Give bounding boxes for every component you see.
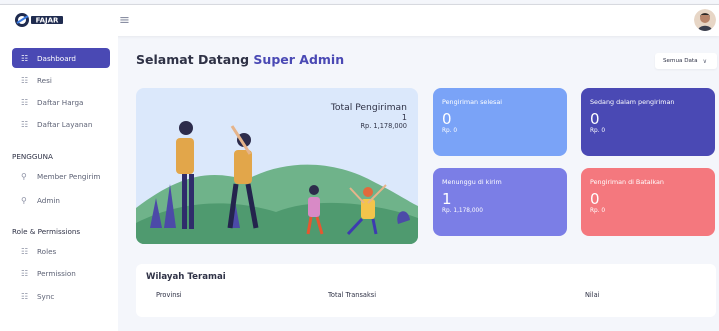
sidebar-item-label: Admin — [37, 195, 60, 205]
stat-label: Pengiriman selesai — [442, 98, 503, 106]
column-header-province: Provinsi — [156, 291, 182, 299]
stat-card-completed[interactable]: Pengiriman selesai 0 Rp. 0 — [433, 88, 567, 156]
grid-icon: ☷ — [21, 246, 29, 256]
stat-label: Menunggu di kirim — [442, 178, 502, 186]
grid-icon: ☷ — [21, 75, 29, 85]
total-shipment-title: Total Pengiriman — [330, 102, 407, 113]
total-shipment-count: 1 — [401, 113, 407, 122]
grid-icon: ☷ — [21, 97, 29, 107]
sidebar-item-dashboard[interactable]: ☷ Dashboard — [12, 48, 110, 68]
grid-icon: ☷ — [21, 291, 29, 301]
hamburger-icon[interactable]: ≡ — [119, 13, 130, 28]
sidebar-item-label: Roles — [37, 246, 57, 256]
sidebar-item-sync[interactable]: ☷ Sync — [12, 286, 110, 306]
chevron-down-icon: ∨ — [702, 57, 707, 65]
busiest-region-title: Wilayah Teramai — [146, 272, 226, 282]
grid-icon: ☷ — [21, 268, 29, 278]
sidebar-item-member-pengirim[interactable]: ⚲ Member Pengirim — [12, 166, 110, 186]
stat-amount: Rp. 0 — [442, 128, 458, 134]
grid-icon: ☷ — [21, 119, 29, 129]
sidebar-item-label: Daftar Layanan — [37, 119, 93, 129]
stat-count: 0 — [590, 190, 600, 208]
stat-card-cancelled[interactable]: Pengiriman di Batalkan 0 Rp. 0 — [581, 168, 715, 236]
sidebar-item-daftar-harga[interactable]: ☷ Daftar Harga — [12, 92, 110, 112]
sidebar-item-daftar-layanan[interactable]: ☷ Daftar Layanan — [12, 114, 110, 134]
section-title-roles: Role & Permissions — [12, 227, 81, 236]
total-shipment-amount: Rp. 1,178,000 — [360, 122, 407, 130]
total-shipment-card: Total Pengiriman 1 Rp. 1,178,000 — [136, 88, 418, 244]
user-avatar[interactable] — [694, 9, 716, 31]
sidebar-item-label: Sync — [37, 291, 55, 301]
logo-text: FAJAR — [36, 17, 59, 25]
filter-label: Semua Data — [663, 58, 698, 64]
top-bar: FAJAR ≡ — [0, 4, 719, 36]
stat-label: Pengiriman di Batalkan — [590, 178, 664, 186]
stat-card-waiting[interactable]: Menunggu di kirim 1 Rp. 1,178,000 — [433, 168, 567, 236]
sidebar-item-label: Permission — [37, 268, 76, 278]
user-icon: ⚲ — [21, 195, 27, 205]
user-icon: ⚲ — [21, 171, 27, 181]
stat-count: 0 — [442, 110, 452, 128]
stat-amount: Rp. 0 — [590, 208, 606, 214]
sidebar-item-permission[interactable]: ☷ Permission — [12, 263, 110, 283]
stat-amount: Rp. 0 — [590, 128, 606, 134]
busiest-region-panel: Wilayah Teramai Provinsi Total Transaksi… — [136, 264, 716, 317]
column-header-total-transactions: Total Transaksi — [328, 291, 377, 299]
section-title-pengguna: PENGGUNA — [12, 152, 53, 161]
stat-count: 1 — [442, 190, 452, 208]
stat-count: 0 — [590, 110, 600, 128]
stat-amount: Rp. 1,178,000 — [442, 208, 483, 214]
welcome-prefix: Selamat Datang — [136, 52, 250, 67]
total-shipment-summary: Total Pengiriman 1 Rp. 1,178,000 — [331, 102, 407, 130]
sidebar-item-label: Daftar Harga — [37, 97, 84, 107]
data-filter-dropdown[interactable]: Semua Data ∨ — [655, 53, 717, 69]
sidebar: ☷ Dashboard ☷ Resi ☷ Daftar Harga ☷ Daft… — [0, 36, 118, 331]
grid-icon: ☷ — [21, 53, 29, 63]
page-title: Selamat Datang Super Admin — [136, 52, 344, 67]
logo[interactable]: FAJAR — [14, 11, 66, 29]
stat-label: Sedang dalam pengiriman — [590, 98, 675, 106]
sidebar-item-label: Resi — [37, 75, 52, 85]
welcome-name: Super Admin — [253, 52, 345, 67]
column-header-value: Nilai — [585, 291, 600, 299]
sidebar-item-label: Member Pengirim — [37, 171, 101, 181]
sidebar-item-admin[interactable]: ⚲ Admin — [12, 190, 110, 210]
sidebar-item-roles[interactable]: ☷ Roles — [12, 241, 110, 261]
stat-card-in-progress[interactable]: Sedang dalam pengiriman 0 Rp. 0 — [581, 88, 715, 156]
sidebar-item-resi[interactable]: ☷ Resi — [12, 70, 110, 90]
sidebar-item-label: Dashboard — [37, 53, 76, 63]
